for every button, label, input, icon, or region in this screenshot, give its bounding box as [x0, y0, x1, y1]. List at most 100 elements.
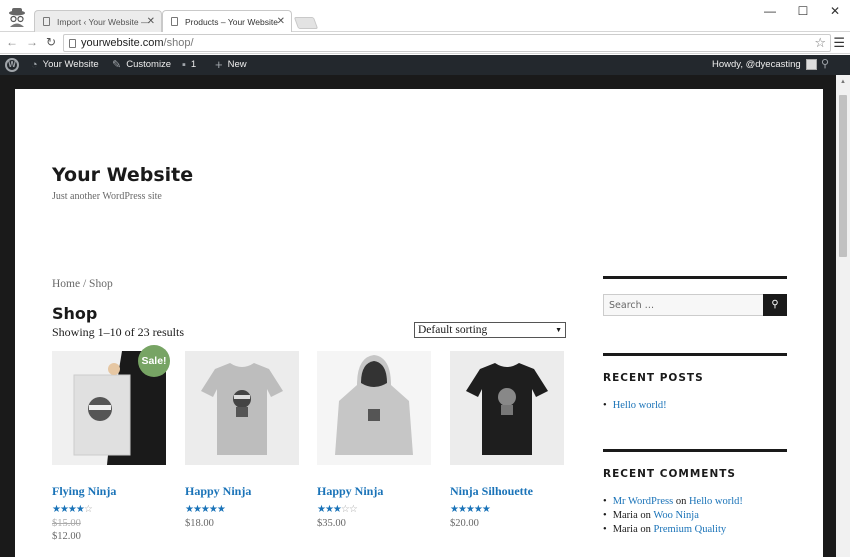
adminbar-account[interactable]: Howdy, @dyecasting — [712, 59, 817, 70]
adminbar-search[interactable]: ⚲ — [821, 58, 830, 70]
comment-author: Maria — [612, 524, 638, 535]
scroll-up-icon[interactable]: ▲ — [840, 79, 846, 85]
page-content: Your Website Just another WordPress site… — [15, 89, 823, 557]
adminbar-site-name[interactable]: ◔ Your Website — [31, 59, 99, 70]
tab-title: Products – Your Website — [185, 17, 278, 27]
product-card[interactable]: Happy Ninja ★★★☆☆ $35.00 — [317, 351, 431, 529]
comment-on: on — [640, 524, 651, 535]
search-button[interactable]: ⚲ — [763, 294, 787, 316]
search-icon: ⚲ — [821, 58, 830, 70]
sorting-select[interactable]: Default sorting ▼ — [414, 322, 566, 338]
sale-badge: Sale! — [138, 345, 170, 377]
close-tab-icon[interactable]: ✕ — [277, 16, 285, 27]
product-card[interactable]: Ninja Silhouette ★★★★★ $20.00 — [450, 351, 564, 529]
product-name[interactable]: Happy Ninja — [317, 484, 431, 499]
wordpress-logo-icon[interactable]: W — [5, 58, 19, 72]
close-window-button[interactable]: ✕ — [825, 4, 845, 18]
scrollbar-thumb[interactable] — [839, 95, 847, 257]
wp-admin-bar: W ◔ Your Website ✎ Customize ▪ 1 + New H… — [0, 55, 850, 75]
product-image[interactable] — [450, 351, 564, 465]
comment-icon: ▪ — [182, 58, 186, 71]
howdy-label: Howdy, @dyecasting — [712, 59, 801, 70]
product-price: $35.00 — [317, 518, 346, 529]
browser-menu-icon[interactable]: ☰ — [833, 35, 845, 51]
widget-divider — [603, 449, 787, 452]
recent-posts-title: RECENT POSTS — [603, 372, 704, 384]
comment-post-link[interactable]: Woo Ninja — [653, 510, 699, 521]
search-input[interactable]: Search … — [603, 294, 764, 316]
browser-titlebar: Import ‹ Your Website — ✕ Products – You… — [0, 0, 850, 33]
comment-post-link[interactable]: Hello world! — [689, 496, 743, 507]
rating-stars: ★★★★★ — [450, 504, 491, 515]
result-count: Showing 1–10 of 23 results — [52, 325, 184, 339]
recent-comments-list: Mr WordPress on Hello world! Maria on Wo… — [603, 496, 743, 538]
sorting-value: Default sorting — [418, 324, 488, 336]
list-item: Maria on Woo Ninja — [603, 510, 743, 521]
minimize-button[interactable]: — — [760, 4, 780, 18]
old-price: $15.00 — [52, 518, 81, 529]
page-icon — [171, 17, 178, 26]
widget-divider — [603, 276, 787, 279]
list-item: Maria on Premium Quality — [603, 524, 743, 535]
comment-on: on — [640, 510, 651, 521]
plus-icon: + — [215, 56, 223, 72]
rating-stars: ★★★★☆ — [52, 504, 93, 515]
adminbar-customize[interactable]: ✎ Customize — [112, 59, 171, 70]
comments-count: 1 — [190, 59, 197, 70]
list-item: Mr WordPress on Hello world! — [603, 496, 743, 507]
list-item[interactable]: Hello world! — [603, 400, 667, 411]
rating-stars: ★★★☆☆ — [317, 504, 358, 515]
breadcrumb[interactable]: Home / Shop — [52, 278, 113, 290]
back-arrow-icon[interactable]: ← — [4, 35, 20, 49]
page-title: Shop — [52, 304, 98, 323]
product-price: $18.00 — [185, 518, 214, 529]
bookmark-star-icon[interactable]: ☆ — [814, 35, 826, 51]
post-link[interactable]: Hello world! — [613, 400, 667, 411]
site-description: Just another WordPress site — [52, 191, 162, 202]
new-tab-button[interactable] — [293, 17, 319, 29]
reload-icon[interactable]: ↻ — [43, 35, 59, 49]
tab-products[interactable]: Products – Your Website ✕ — [162, 10, 292, 33]
adminbar-new[interactable]: + New — [215, 56, 247, 72]
rating-stars: ★★★★★ — [185, 504, 226, 515]
product-price: $15.00 — [52, 518, 166, 529]
product-price: $20.00 — [450, 518, 479, 529]
product-card[interactable]: Happy Ninja ★★★★★ $18.00 — [185, 351, 299, 529]
page-icon — [69, 39, 76, 48]
customize-label: Customize — [126, 59, 172, 70]
page-icon — [43, 17, 50, 26]
site-title[interactable]: Your Website — [52, 164, 193, 186]
product-image[interactable] — [317, 351, 431, 465]
widget-divider — [603, 353, 787, 356]
product-name[interactable]: Happy Ninja — [185, 484, 299, 499]
comment-author[interactable]: Mr WordPress — [613, 496, 674, 507]
new-label: New — [227, 59, 247, 70]
url-host: yourwebsite.com — [81, 37, 164, 49]
forward-arrow-icon[interactable]: → — [24, 35, 40, 49]
recent-posts-list: Hello world! — [603, 400, 667, 414]
search-icon: ⚲ — [771, 299, 779, 310]
product-name[interactable]: Flying Ninja — [52, 484, 166, 499]
tab-import[interactable]: Import ‹ Your Website — ✕ — [34, 10, 162, 32]
dashboard-icon: ◔ — [31, 58, 38, 71]
close-tab-icon[interactable]: ✕ — [147, 16, 155, 27]
address-toolbar: ← → ↻ yourwebsite.com/shop/ ☆ ☰ — [0, 32, 850, 54]
site-name-label: Your Website — [42, 59, 99, 70]
product-image[interactable] — [185, 351, 299, 465]
adminbar-comments[interactable]: ▪ 1 — [182, 59, 196, 70]
product-name[interactable]: Ninja Silhouette — [450, 484, 564, 499]
recent-comments-title: RECENT COMMENTS — [603, 468, 736, 480]
url-input[interactable]: yourwebsite.com/shop/ ☆ — [63, 34, 831, 52]
comment-post-link[interactable]: Premium Quality — [654, 524, 727, 535]
maximize-button[interactable]: ☐ — [793, 4, 813, 18]
incognito-icon — [6, 6, 28, 28]
comment-on: on — [675, 496, 687, 507]
url-path: /shop/ — [163, 37, 194, 49]
avatar — [805, 59, 817, 70]
comment-author: Maria — [612, 510, 638, 521]
tab-title: Import ‹ Your Website — — [57, 17, 150, 27]
product-card[interactable]: Sale! Flying Ninja ★★★★☆ $15.00 $12.00 — [52, 345, 170, 542]
brush-icon: ✎ — [112, 58, 122, 71]
sale-price: $12.00 — [52, 531, 81, 542]
chevron-down-icon: ▼ — [555, 326, 562, 334]
